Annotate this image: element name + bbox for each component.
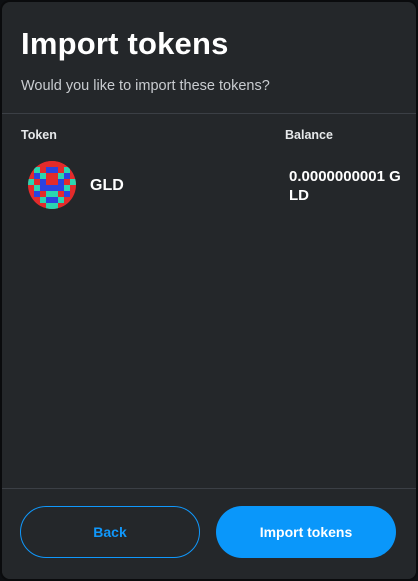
column-header-balance: Balance	[285, 128, 333, 142]
token-balance: 0.0000000001 GLD	[289, 168, 401, 204]
token-symbol: GLD	[90, 177, 124, 194]
column-header-token: Token	[21, 128, 57, 142]
page-title: Import tokens	[21, 26, 229, 61]
action-footer: Back Import tokens	[2, 488, 416, 579]
header-divider	[2, 113, 416, 114]
token-row: GLD 0.0000000001 GLD	[2, 157, 416, 217]
import-tokens-dialog: Import tokens Would you like to import t…	[0, 0, 418, 581]
back-button[interactable]: Back	[20, 506, 200, 558]
token-identicon-icon	[28, 161, 76, 209]
import-tokens-button[interactable]: Import tokens	[216, 506, 396, 558]
page-subtitle: Would you like to import these tokens?	[21, 78, 270, 94]
